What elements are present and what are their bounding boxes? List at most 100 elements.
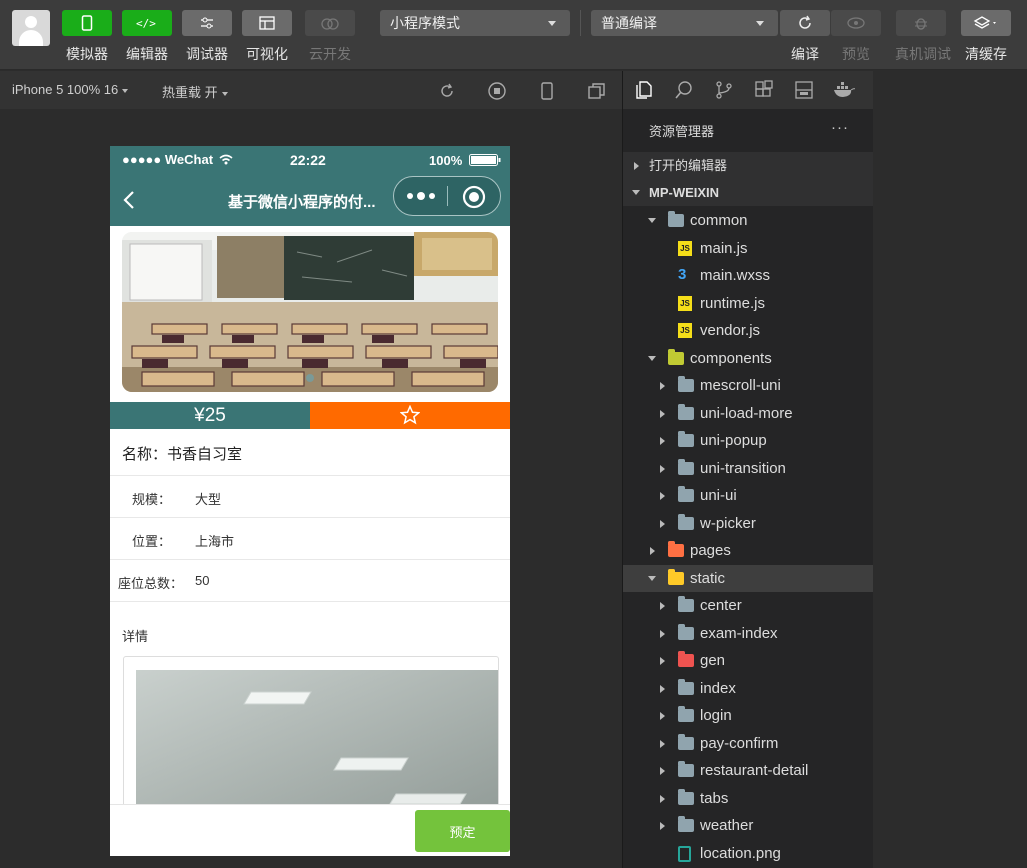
nav-title: 基于微信小程序的付... [228,194,376,211]
tree-item-w-picker[interactable]: w-picker [623,510,874,537]
tree-item-pages[interactable]: pages [623,537,874,564]
chevron-right-icon [660,822,665,830]
info-row: 规模： 大型 [110,476,510,518]
tree-item-pay-confirm[interactable]: pay-confirm [623,730,874,757]
divider [580,10,581,36]
chevron-right-icon [650,547,655,555]
tree-item-uni-popup[interactable]: uni-popup [623,427,874,454]
open-editors-section[interactable]: 打开的编辑器 [623,152,874,179]
clock: 22:22 [290,152,326,168]
hotreload-select[interactable]: 热重载 开 [162,82,228,101]
more-dots-icon[interactable] [406,190,436,202]
tree-item-static[interactable]: static [623,564,874,592]
info-value: 大型 [195,492,222,507]
tree-item-common[interactable]: common [623,207,874,234]
simulator-button[interactable] [62,10,112,36]
device-select-value: iPhone 5 100% 16 [12,82,119,97]
chevron-down-icon [221,91,228,96]
detail-content [123,656,499,826]
chevron-down-icon [122,88,129,93]
more-icon[interactable]: ··· [831,119,849,136]
device-select[interactable]: iPhone 5 100% 16 [12,82,129,97]
layout-icon [259,16,275,30]
debugger-label: 调试器 [186,46,228,62]
tree-item-exam-index[interactable]: exam-index [623,620,874,647]
preview-label: 预览 [842,46,870,62]
rotate-icon[interactable] [437,81,457,101]
tree-item-main-js[interactable]: JS main.js [623,235,874,262]
tree-item-components[interactable]: components [623,345,874,372]
mode-select[interactable]: 小程序模式 [380,10,570,36]
tree-item-center[interactable]: center [623,592,874,619]
carousel-dot[interactable] [306,374,314,382]
tree-item-label: tabs [700,789,729,807]
window-icon[interactable] [587,81,607,101]
compile-button[interactable] [780,10,830,36]
back-icon[interactable] [122,190,136,210]
tree-item-label: location.png [700,844,781,862]
file-explorer: 资源管理器 ··· 打开的编辑器 MP-WEIXIN common JS main.… [622,71,874,868]
tree-item-login[interactable]: login [623,702,874,729]
docker-icon[interactable] [833,80,855,100]
avatar[interactable] [12,10,50,46]
eye-icon [847,17,865,29]
stop-icon[interactable] [487,81,507,101]
tree-item-uni-ui[interactable]: uni-ui [623,482,874,509]
chevron-right-icon [660,629,665,638]
visual-button[interactable] [242,10,292,36]
remote-debug-button[interactable] [896,10,946,36]
clear-cache-button[interactable] [961,10,1011,36]
folder-icon [678,761,694,777]
cloud-icon [321,18,339,30]
chevron-right-icon [660,492,665,500]
source-control-icon[interactable] [714,80,734,100]
project-section[interactable]: MP-WEIXIN [623,179,874,206]
folder-icon [678,816,694,832]
chevron-right-icon [660,794,665,803]
tree-item-label: uni-ui [700,487,737,504]
info-label: 规模： [132,492,172,507]
files-icon[interactable] [634,80,654,100]
tree-item-runtime-js[interactable]: JS runtime.js [623,290,874,317]
close-miniprogram-icon[interactable] [461,184,487,210]
editor-button[interactable]: </> [122,10,172,36]
folder-icon [678,788,694,805]
tree-item-uni-transition[interactable]: uni-transition [623,455,874,482]
folder-icon [678,458,694,475]
chevron-right-icon [660,712,665,720]
extensions-icon[interactable] [754,80,774,100]
chevron-right-icon [660,767,665,775]
tree-item-index[interactable]: index [623,675,874,702]
tree-item-restaurant-detail[interactable]: restaurant-detail [623,757,874,784]
name-row: 名称：书香自习室 [110,429,510,476]
tree-item-vendor-js[interactable]: JS vendor.js [623,317,874,344]
favorite-button[interactable] [310,402,510,429]
tree-item-weather[interactable]: weather [623,812,874,839]
folder-icon [678,403,694,420]
tree-item-main-wxss[interactable]: 3 main.wxss [623,262,874,289]
tree-item-gen[interactable]: gen [623,647,874,674]
preview-button[interactable] [831,10,881,36]
folder-icon [668,541,684,557]
activity-bar [623,71,874,109]
book-button[interactable]: 预定 [415,810,510,852]
debugger-button[interactable] [182,10,232,36]
bug-icon [915,18,927,30]
tree-item-mescroll-uni[interactable]: mescroll-uni [623,372,874,399]
search-icon[interactable] [674,80,694,100]
phone-icon[interactable] [537,81,557,101]
chevron-right-icon [634,162,639,170]
tree-item-location-png[interactable]: location.png [623,840,874,867]
compile-select[interactable]: 普通编译 [591,10,778,36]
cloud-button[interactable] [305,10,355,36]
classroom-banner-image[interactable] [122,232,498,392]
cloud-label: 云开发 [309,46,351,62]
folder-icon [668,211,684,227]
tree-item-label: gen [700,652,726,669]
tree-item-tabs[interactable]: tabs [623,785,874,812]
save-icon[interactable] [794,80,814,100]
tree-item-uni-load-more[interactable]: uni-load-more [623,400,874,427]
capsule-divider [447,186,448,206]
carrier: ●●●●● WeChat [122,152,214,167]
info-value: 50 [195,573,210,588]
